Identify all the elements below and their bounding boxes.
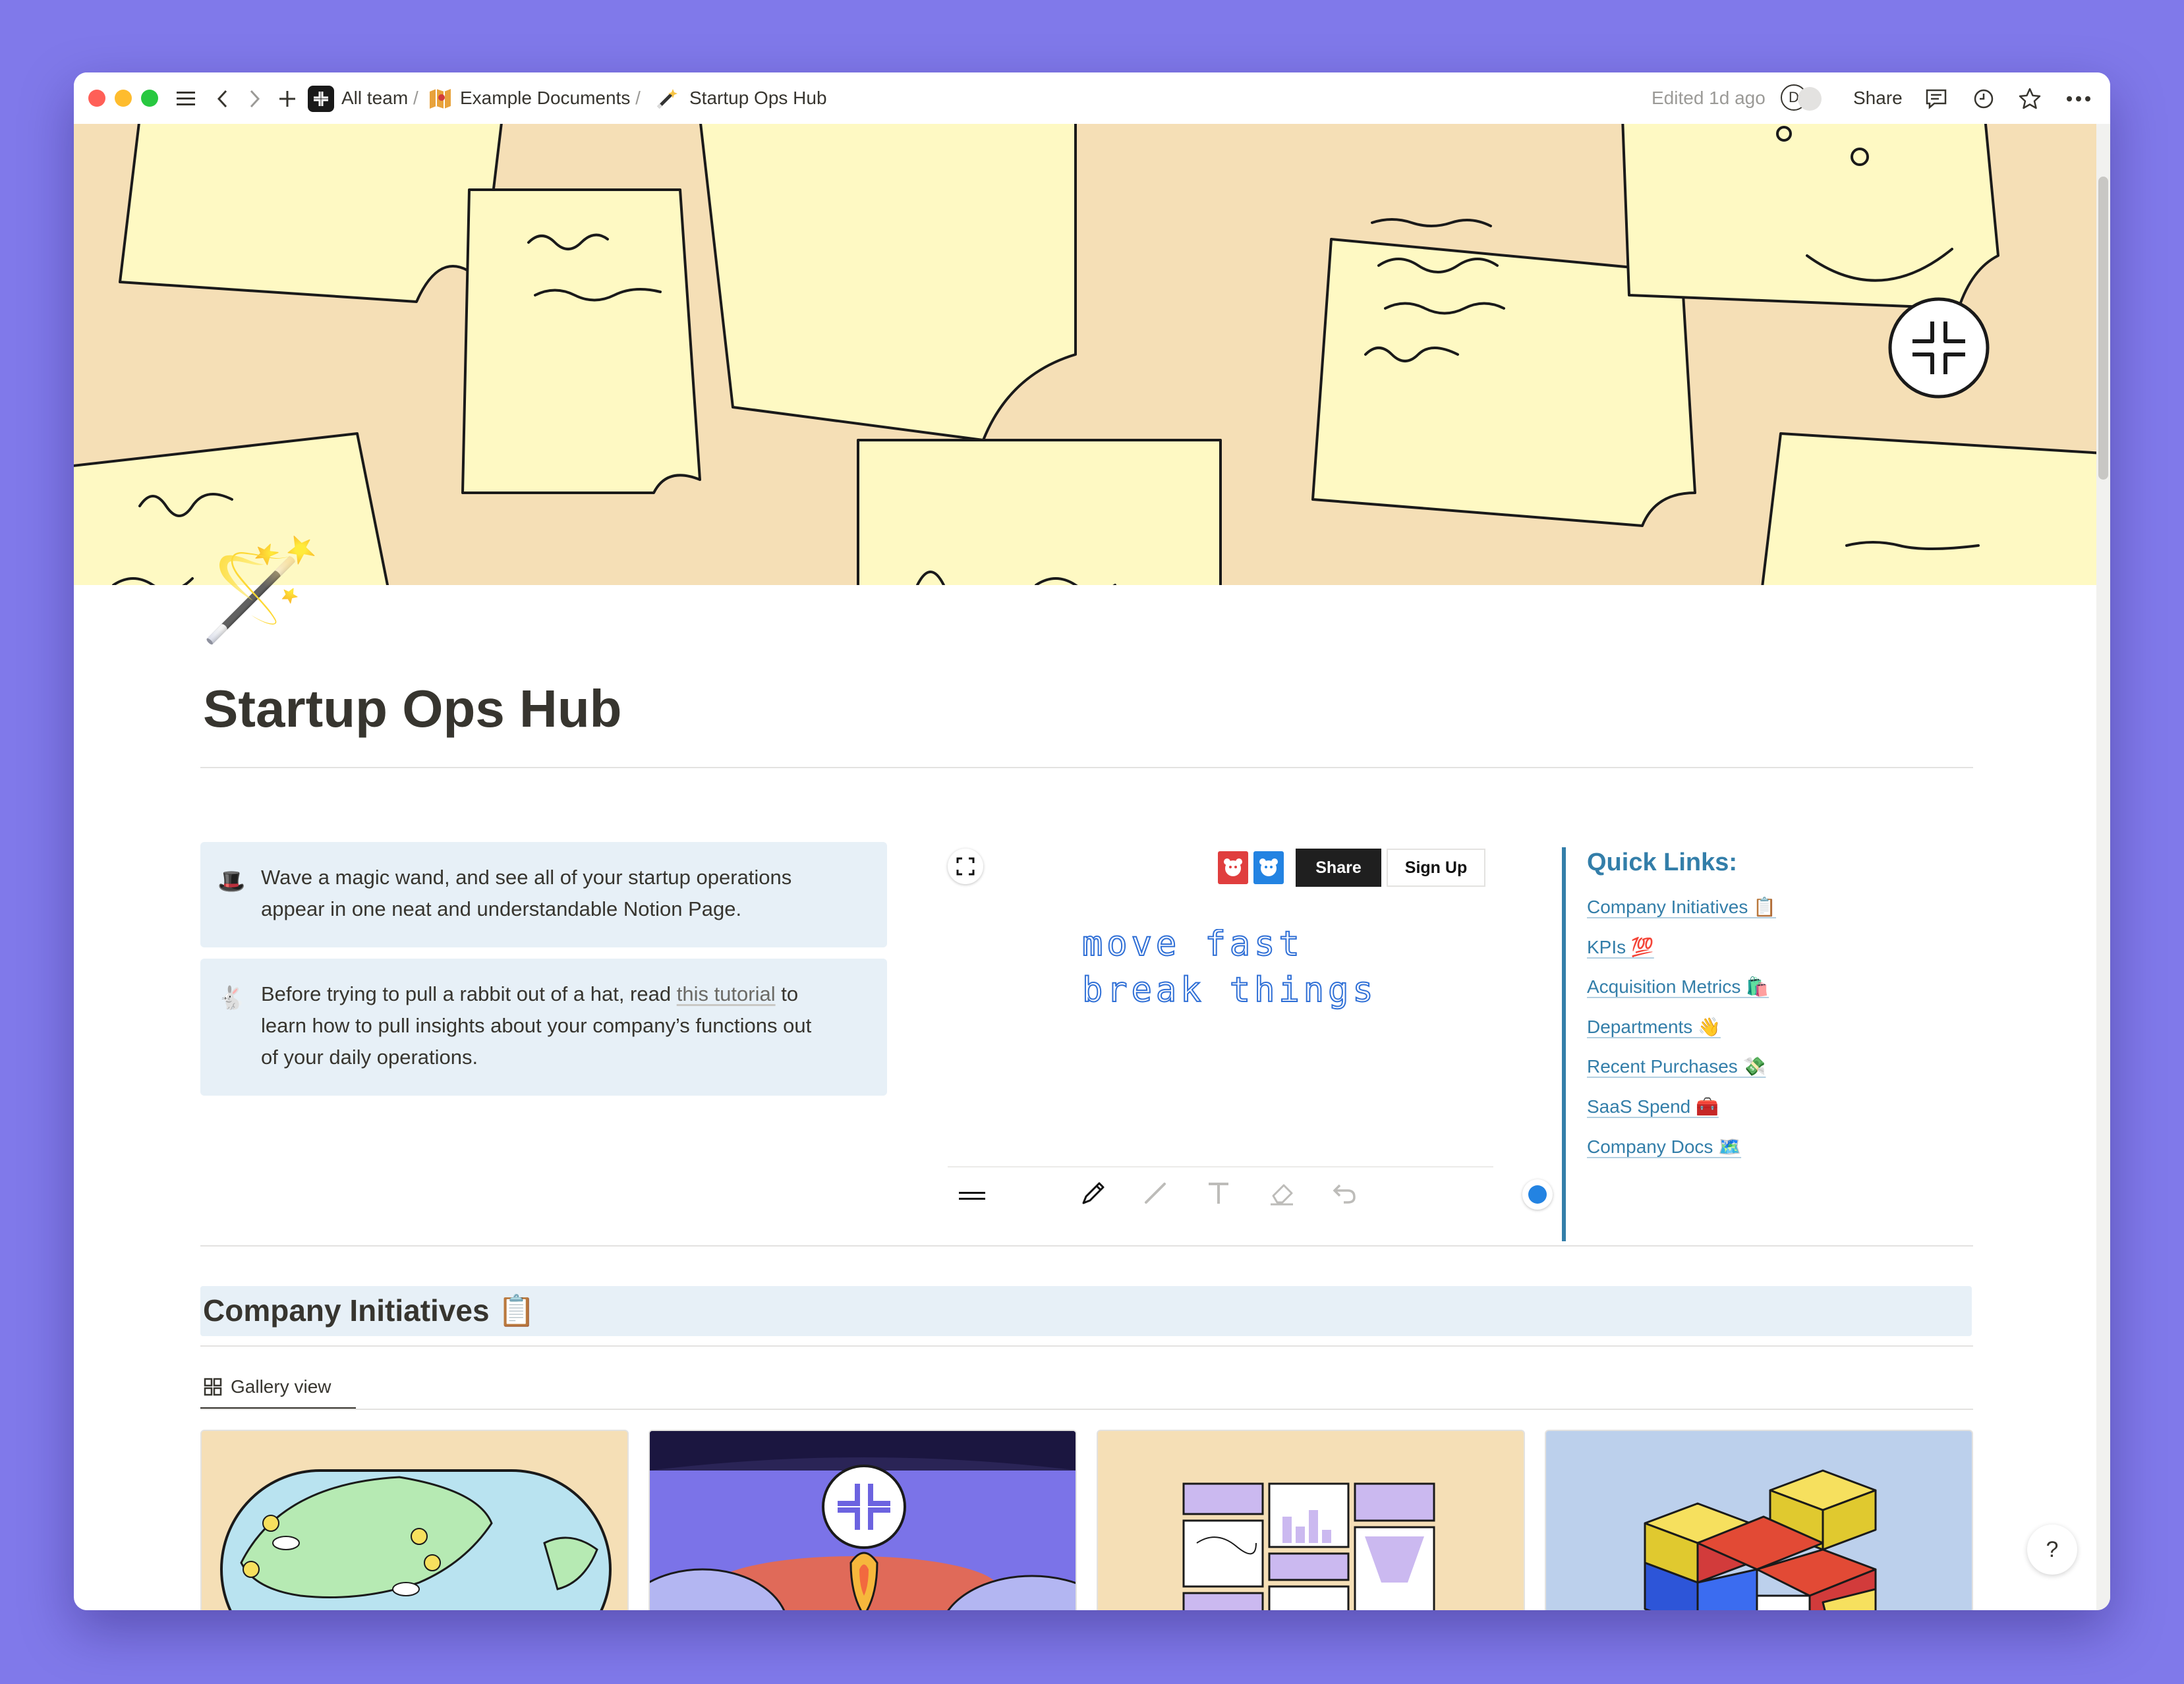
page-icon[interactable]: 🪄	[199, 534, 322, 646]
blue-bear-avatar[interactable]	[1253, 851, 1284, 884]
handwriting-line: move fast	[1082, 929, 1304, 964]
quick-link-company-initiatives[interactable]: Company Initiatives 📋	[1587, 896, 1776, 918]
quick-link-acquisition-metrics[interactable]: Acquisition Metrics 🛍️	[1587, 976, 1769, 997]
eraser-tool-icon[interactable]	[1265, 1177, 1298, 1210]
favorite-star-icon[interactable]	[2015, 84, 2044, 113]
breadcrumb-example-documents[interactable]: Example Documents /	[460, 86, 641, 111]
callout-magic-wand[interactable]: 🎩 Wave a magic wand, and see all of your…	[200, 842, 887, 947]
gallery-card-dashboard[interactable]	[1097, 1430, 1525, 1610]
gallery-card-map[interactable]	[200, 1430, 629, 1610]
scrollbar-thumb[interactable]	[2098, 177, 2108, 480]
line-tool-icon[interactable]	[1139, 1177, 1172, 1210]
gallery-grid-icon	[204, 1378, 222, 1396]
selected-color-dot	[1528, 1185, 1547, 1204]
sidebar-menu-icon[interactable]	[173, 86, 199, 112]
gallery-card-blocks[interactable]	[1545, 1430, 1973, 1610]
red-bear-avatar[interactable]	[1218, 851, 1248, 884]
quick-link-kpis[interactable]: KPIs 💯	[1587, 936, 1654, 958]
section-divider	[200, 1245, 1973, 1247]
map-emoji-icon	[427, 86, 453, 112]
callout-tutorial[interactable]: 🐇 Before trying to pull a rabbit out of …	[200, 959, 887, 1096]
whiteboard-share-button[interactable]: Share	[1296, 849, 1381, 887]
comments-icon[interactable]	[1922, 84, 1951, 113]
workspace-logo-icon	[308, 86, 334, 112]
title-divider	[200, 767, 1973, 768]
breadcrumb-separator: /	[413, 88, 418, 108]
building-blocks-illustration	[1644, 1469, 1877, 1610]
whiteboard-signup-button[interactable]: Sign Up	[1387, 849, 1485, 887]
handwriting-line: break things	[1082, 970, 1377, 1010]
drag-handle-icon[interactable]	[956, 1179, 989, 1212]
collaborator-avatar[interactable]	[1798, 87, 1822, 111]
tab-label: Gallery view	[231, 1376, 331, 1397]
top-bar: All team / Example Documents / Startup O…	[74, 72, 2110, 124]
toolbar-divider	[948, 1166, 1493, 1167]
updates-clock-icon[interactable]	[1969, 84, 1998, 113]
breadcrumb-startup-ops-hub[interactable]: Startup Ops Hub	[689, 86, 827, 111]
page-cover-image[interactable]	[74, 124, 2096, 585]
quick-links-bar	[1562, 847, 1566, 1241]
breadcrumb-all-team[interactable]: All team /	[341, 86, 418, 111]
rocket-launch-illustration	[650, 1431, 1076, 1610]
more-options-icon[interactable]	[2063, 84, 2094, 113]
sticky-notes-illustration	[74, 124, 2096, 585]
dashboard-widgets-illustration	[1182, 1482, 1435, 1610]
help-button[interactable]: ?	[2027, 1525, 2077, 1575]
company-initiatives-heading-block: Company Initiatives 📋	[200, 1286, 1972, 1336]
quick-link-departments[interactable]: Departments 👋	[1587, 1016, 1721, 1038]
zoom-window-button[interactable]	[141, 90, 158, 107]
notion-logo-badge	[1888, 297, 1990, 399]
edited-timestamp: Edited 1d ago	[1652, 88, 1766, 108]
pencil-tool-icon[interactable]	[1077, 1177, 1110, 1210]
rabbit-icon: 🐇	[217, 986, 246, 1011]
callout-text-line: of your daily operations.	[261, 1046, 478, 1069]
tabs-divider	[200, 1409, 1973, 1410]
callout-text-line: Wave a magic wand, and see all of your s…	[261, 866, 792, 889]
callout-text-line: appear in one neat and understandable No…	[261, 897, 742, 920]
quick-link-recent-purchases[interactable]: Recent Purchases 💸	[1587, 1055, 1766, 1077]
close-window-button[interactable]	[88, 90, 105, 107]
breadcrumb-separator: /	[635, 88, 641, 108]
callout-text-line: learn how to pull insights about your co…	[261, 1014, 812, 1037]
callout-text-line: Before trying to pull a rabbit out of a …	[261, 982, 799, 1005]
back-arrow-icon[interactable]	[211, 86, 235, 112]
page-scrollbar[interactable]	[2096, 124, 2110, 1610]
forward-arrow-icon[interactable]	[243, 86, 266, 112]
heading-divider	[200, 1345, 1973, 1347]
magic-wand-icon	[654, 86, 680, 112]
minimize-window-button[interactable]	[115, 90, 132, 107]
quick-link-saas-spend[interactable]: SaaS Spend 🧰	[1587, 1096, 1719, 1117]
handwriting-canvas[interactable]: move fast break things	[1016, 924, 1438, 1087]
tab-gallery-view[interactable]: Gallery view	[203, 1370, 331, 1403]
tutorial-link[interactable]: this tutorial	[677, 982, 776, 1005]
color-picker-button[interactable]	[1522, 1179, 1553, 1210]
fullscreen-expand-icon[interactable]	[948, 849, 983, 884]
quick-link-company-docs[interactable]: Company Docs 🗺️	[1587, 1136, 1741, 1158]
section-heading[interactable]: Company Initiatives 📋	[203, 1293, 536, 1329]
top-hat-icon: 🎩	[217, 869, 246, 894]
text-tool-icon[interactable]	[1202, 1177, 1235, 1210]
page-title[interactable]: Startup Ops Hub	[203, 679, 622, 739]
world-map-illustration	[220, 1469, 612, 1610]
new-page-plus-icon[interactable]	[274, 86, 301, 112]
share-button[interactable]: Share	[1853, 86, 1903, 111]
gallery-card-rocket[interactable]	[648, 1430, 1077, 1610]
undo-icon[interactable]	[1329, 1177, 1362, 1210]
browser-window: All team / Example Documents / Startup O…	[74, 72, 2110, 1610]
quick-links-title: Quick Links:	[1587, 849, 1738, 876]
